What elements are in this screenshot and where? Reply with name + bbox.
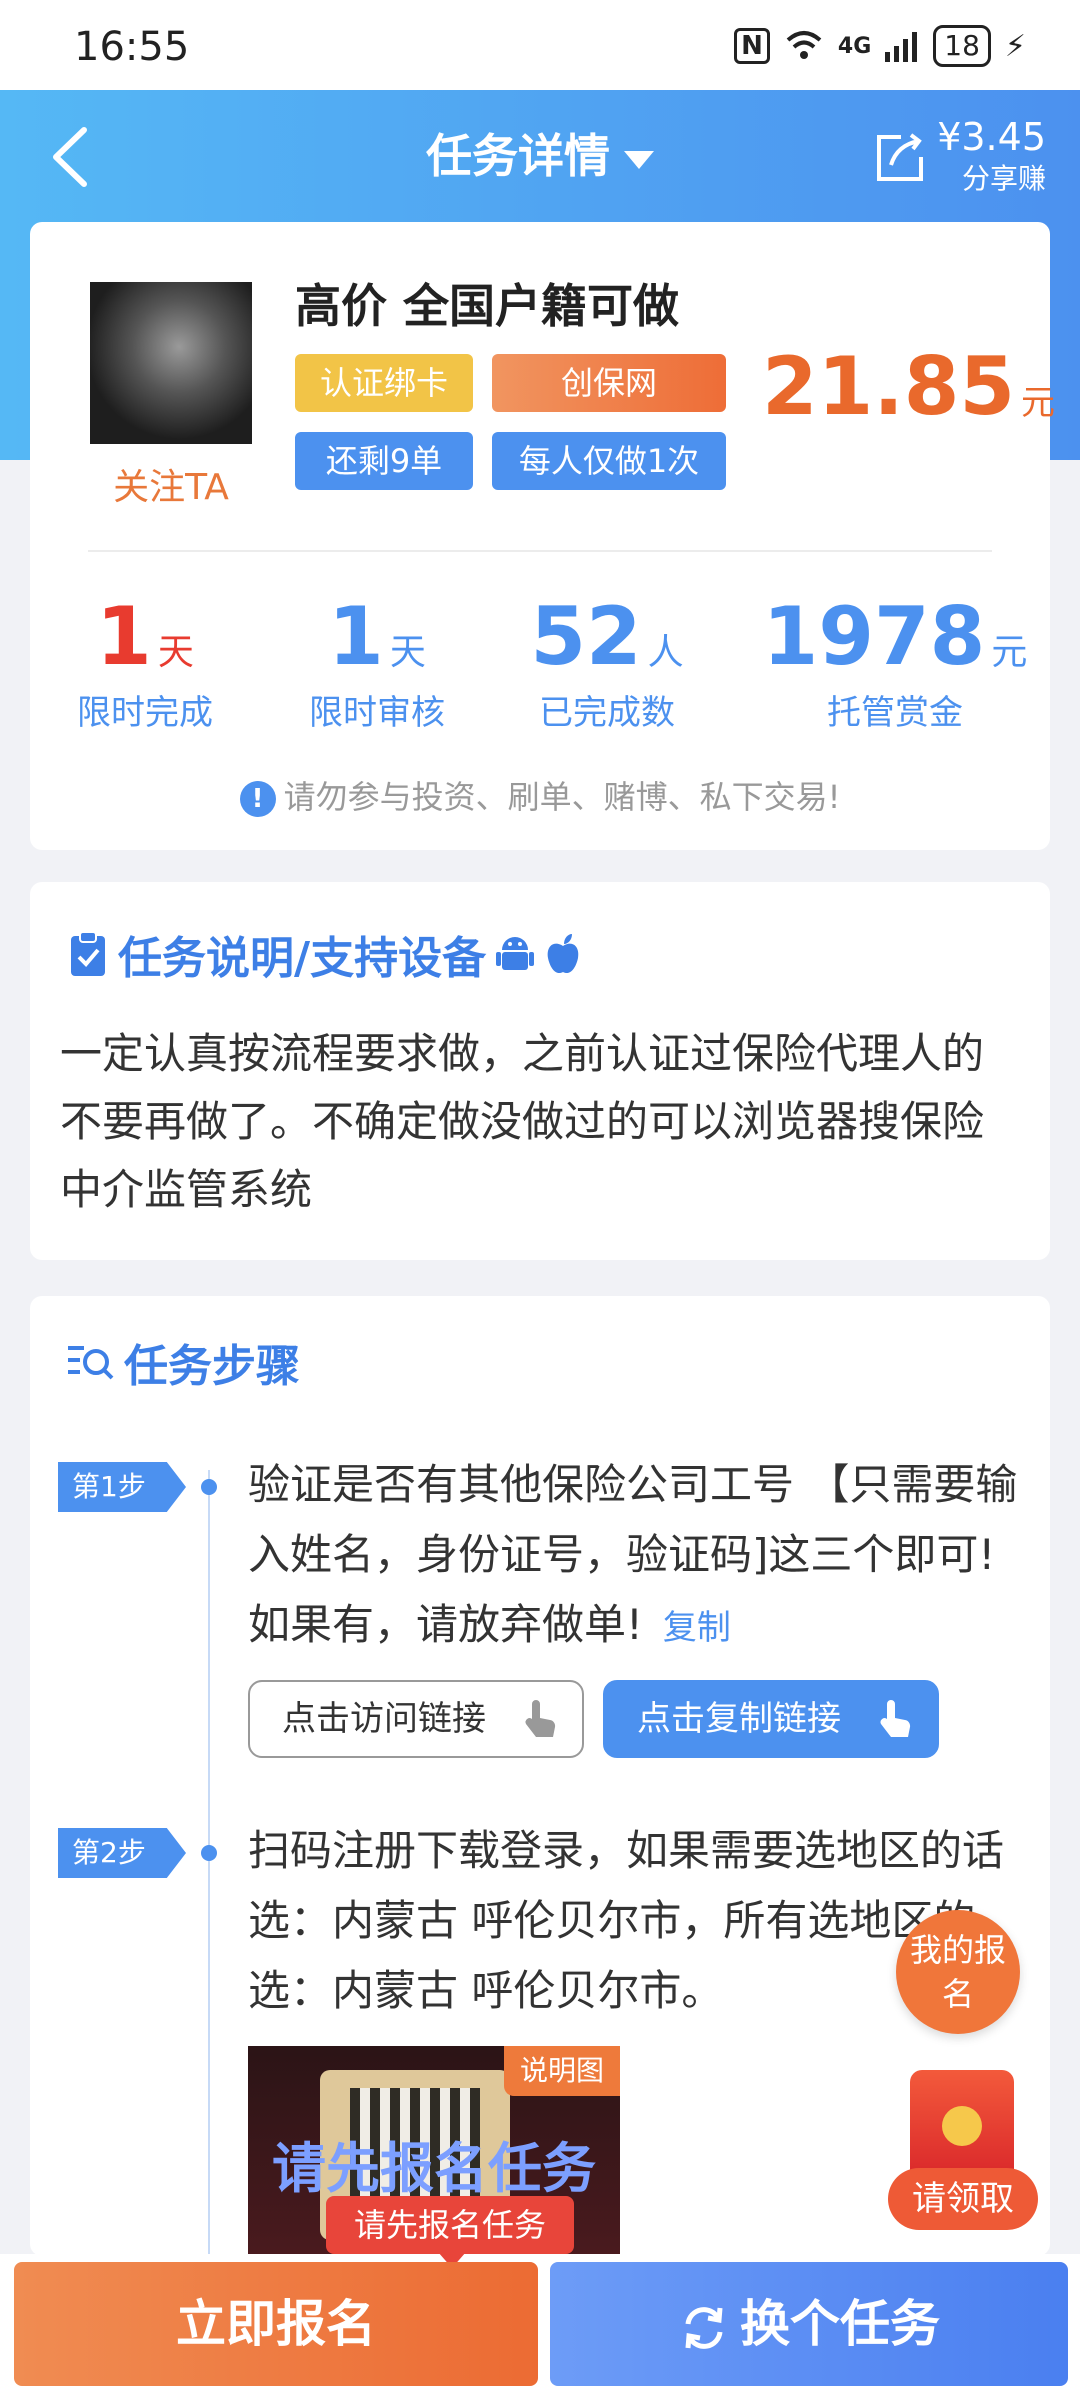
step-1-dot: [201, 1479, 217, 1495]
share-icon: [877, 133, 924, 181]
warning-notice: ! 请勿参与投资、刷单、赌博、私下交易!: [0, 772, 1080, 818]
info-icon: !: [239, 781, 276, 817]
image-overlay-text: 请先报名任务: [272, 2137, 596, 2200]
step-2-badge: 第2步: [58, 1828, 186, 1878]
follow-button[interactable]: 关注TA: [60, 458, 282, 510]
avatar[interactable]: [90, 282, 252, 444]
stat-review-limit: 1天 限时审核: [309, 590, 445, 733]
wifi-icon: [786, 31, 822, 59]
tap-hand-icon: [880, 1700, 911, 1737]
step-2-dot: [201, 1845, 217, 1861]
description-title: 任务说明/支持设备: [68, 922, 582, 986]
task-price: 21.85 元: [762, 340, 1056, 433]
share-amount: ¥3.45: [937, 115, 1046, 159]
search-list-icon: [68, 1346, 114, 1380]
step-1-text: 验证是否有其他保险公司工号 【只需要输入姓名，身份证号，验证码]这三个即可!如果…: [248, 1460, 1018, 1649]
switch-task-button[interactable]: 换个任务: [550, 2262, 1068, 2386]
refresh-icon: [685, 2306, 723, 2349]
apple-icon: [547, 934, 579, 974]
instruction-image-tag: 说明图: [504, 2046, 620, 2096]
charging-icon: ⚡: [1004, 28, 1026, 64]
dropdown-caret-icon: [624, 150, 654, 169]
copy-step-text-link[interactable]: 复制: [663, 1608, 731, 1648]
signal-icon: [885, 32, 918, 62]
network-type: 4G: [837, 33, 872, 59]
description-text: 一定认真按流程要求做，之前认证过保险代理人的不要再做了。不确定做没做过的可以浏览…: [60, 1029, 985, 1214]
tap-hand-icon: [525, 1700, 556, 1737]
battery-indicator: 18: [933, 25, 991, 67]
signup-tip: 请先报名任务: [326, 2196, 574, 2254]
nfc-icon: N: [734, 28, 770, 64]
divider: [88, 550, 992, 552]
steps-title: 任务步骤: [66, 1330, 300, 1394]
step-1-badge: 第1步: [58, 1462, 186, 1512]
task-name: 高价 全国户籍可做: [295, 279, 680, 333]
share-earn-button[interactable]: ¥3.45 分享赚: [871, 112, 1046, 202]
tag-verify-card: 认证绑卡: [295, 354, 473, 412]
share-label: 分享赚: [961, 162, 1046, 195]
clipboard-icon: [71, 931, 105, 976]
steps-timeline: [208, 1470, 210, 2270]
stat-completed-count: 52 人 已完成数: [530, 590, 684, 733]
receive-reward-button[interactable]: 请领取: [888, 2168, 1038, 2230]
tag-remaining: 还剩9单: [295, 432, 473, 490]
red-envelope-icon[interactable]: [910, 2070, 1014, 2182]
tag-platform: 创保网: [492, 354, 726, 412]
stat-time-limit: 1天 限时完成: [77, 590, 213, 733]
stat-escrow-reward: 1978 元 托管赏金: [762, 590, 1028, 733]
status-time: 16:55: [74, 24, 190, 70]
visit-link-button[interactable]: 点击访问链接: [248, 1680, 584, 1758]
tag-limit: 每人仅做1次: [492, 432, 726, 490]
android-icon: [496, 937, 535, 970]
signup-now-button[interactable]: 立即报名: [14, 2262, 538, 2386]
my-signup-float-button[interactable]: 我的报名: [896, 1910, 1020, 2034]
copy-link-button[interactable]: 点击复制链接: [603, 1680, 939, 1758]
status-icons: N 4G 18 ⚡: [734, 24, 1026, 68]
